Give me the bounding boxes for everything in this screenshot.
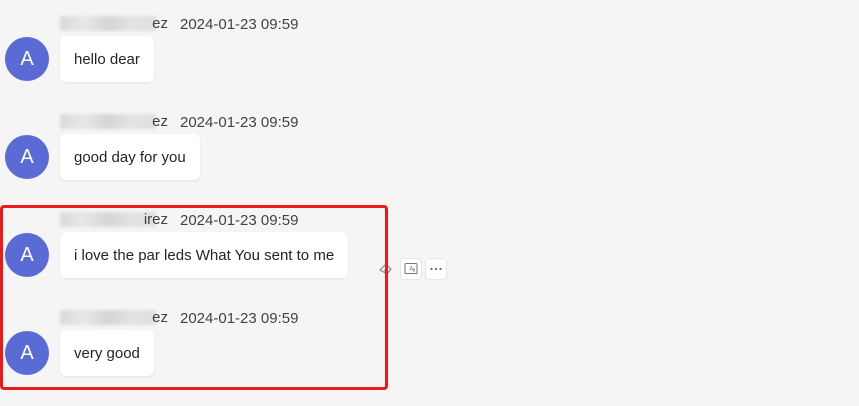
- message-text: very good: [74, 344, 140, 362]
- message-item: A ez 2024-01-23 09:59 very good: [0, 294, 859, 392]
- redacted-name: [60, 212, 156, 227]
- react-button[interactable]: [375, 258, 397, 280]
- sender-name[interactable]: ez: [60, 14, 170, 34]
- message-meta: ez 2024-01-23 09:59: [60, 112, 298, 132]
- immersive-reader-icon: A: [403, 261, 419, 277]
- avatar-initial: A: [20, 243, 34, 266]
- avatar[interactable]: A: [5, 135, 49, 179]
- message-bubble[interactable]: good day for you: [60, 134, 200, 180]
- message-item: A ez 2024-01-23 09:59 good day for you: [0, 98, 859, 196]
- avatar[interactable]: A: [5, 37, 49, 81]
- message-bubble[interactable]: hello dear: [60, 36, 154, 82]
- redacted-name: [60, 310, 156, 325]
- sender-name-visible: ez: [152, 113, 168, 130]
- message-meta: ez 2024-01-23 09:59: [60, 14, 298, 34]
- message-text: i love the par leds What You sent to me: [74, 246, 335, 264]
- message-hover-toolbar: A: [375, 258, 447, 280]
- message-bubble[interactable]: i love the par leds What You sent to me: [60, 232, 349, 278]
- chat-message-list: A ez 2024-01-23 09:59 hello dear A ez 20…: [0, 0, 859, 406]
- more-options-button[interactable]: [425, 258, 447, 280]
- sender-name[interactable]: irez: [60, 210, 170, 230]
- message-timestamp: 2024-01-23 09:59: [180, 113, 299, 131]
- message-timestamp: 2024-01-23 09:59: [180, 211, 299, 229]
- avatar-initial: A: [20, 341, 34, 364]
- message-text: hello dear: [74, 50, 140, 68]
- message-timestamp: 2024-01-23 09:59: [180, 15, 299, 33]
- redacted-name: [60, 114, 156, 129]
- sender-name-visible: ez: [152, 15, 168, 32]
- message-meta: ez 2024-01-23 09:59: [60, 308, 298, 328]
- avatar[interactable]: A: [5, 233, 49, 277]
- avatar-initial: A: [20, 47, 34, 70]
- sender-name-visible: irez: [143, 211, 168, 228]
- redacted-name: [60, 16, 156, 31]
- message-bubble[interactable]: very good: [60, 330, 154, 376]
- react-icon: [378, 261, 394, 277]
- more-options-icon: [428, 261, 444, 277]
- immersive-reader-button[interactable]: A: [400, 258, 422, 280]
- sender-name-visible: ez: [152, 309, 168, 326]
- message-text: good day for you: [74, 148, 186, 166]
- message-item: A ez 2024-01-23 09:59 hello dear: [0, 0, 859, 98]
- message-meta: irez 2024-01-23 09:59: [60, 210, 298, 230]
- sender-name[interactable]: ez: [60, 308, 170, 328]
- avatar[interactable]: A: [5, 331, 49, 375]
- avatar-initial: A: [20, 145, 34, 168]
- sender-name[interactable]: ez: [60, 112, 170, 132]
- message-timestamp: 2024-01-23 09:59: [180, 309, 299, 327]
